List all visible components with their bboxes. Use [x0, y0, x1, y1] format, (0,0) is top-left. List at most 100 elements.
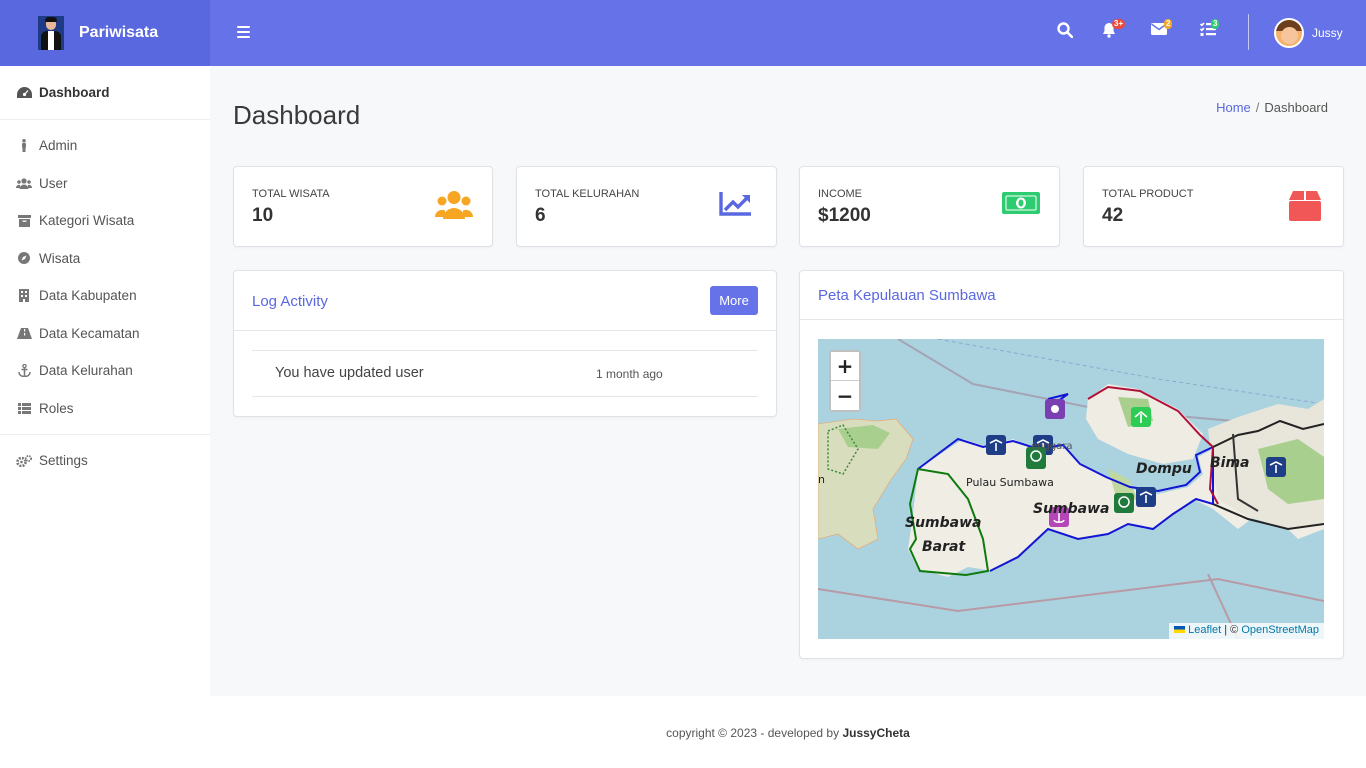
sidebar-item-data-kecamatan[interactable]: Data Kecamatan — [0, 315, 210, 353]
sidebar-item-label: Wisata — [39, 250, 81, 266]
breadcrumb-home[interactable]: Home — [1216, 100, 1251, 115]
list-item[interactable]: You have updated user 1 month ago — [252, 350, 758, 397]
stat-card-income: INCOME $1200 — [799, 166, 1060, 247]
sidebar-item-admin[interactable]: Admin — [0, 127, 210, 165]
map-label-tenggara: enggara — [1031, 441, 1073, 452]
map-canvas[interactable]: n Pulau Sumbawa enggara Sumbawa Barat Su… — [818, 339, 1324, 639]
log-entry-time: 1 month ago — [596, 367, 663, 381]
breadcrumb: Home / Dashboard — [1216, 100, 1328, 115]
leaflet-link[interactable]: Leaflet — [1188, 624, 1221, 636]
log-activity-title: Log Activity — [252, 293, 328, 310]
sidebar-item-label: Data Kelurahan — [39, 363, 133, 379]
compass-icon — [16, 252, 32, 265]
cogs-icon — [16, 454, 32, 467]
footer-author: JussyCheta — [842, 726, 910, 740]
sidebar-item-label: Data Kabupaten — [39, 288, 137, 304]
messages-badge: 2 — [1164, 19, 1173, 29]
messages-button[interactable]: 2 — [1151, 19, 1173, 38]
zoom-out-button[interactable]: − — [831, 381, 859, 410]
tachometer-icon — [16, 87, 32, 98]
map-label-dompu: Dompu — [1136, 461, 1192, 477]
sidebar-item-user[interactable]: User — [0, 165, 210, 203]
map-label-barat: Barat — [922, 539, 966, 555]
stat-card-total-product: TOTAL PRODUCT 42 — [1083, 166, 1344, 247]
sidebar-divider — [0, 434, 210, 435]
chart-line-icon — [718, 190, 758, 222]
sidebar-item-kategori-wisata[interactable]: Kategori Wisata — [0, 202, 210, 240]
sidebar-item-label: Settings — [39, 453, 88, 469]
map-attribution: Leaflet | © OpenStreetMap — [1169, 623, 1324, 639]
map-card: Peta Kepulauan Sumbawa n Pulau Sumbawa e… — [799, 270, 1344, 659]
sidebar-item-label: Roles — [39, 400, 74, 416]
menu-toggle-icon[interactable] — [237, 26, 250, 41]
log-activity-header: Log Activity More — [234, 271, 776, 331]
sidebar-item-roles[interactable]: Roles — [0, 390, 210, 428]
topbar-divider — [1248, 14, 1249, 50]
footer: copyright © 2023 - developed by JussyChe… — [210, 696, 1366, 768]
map-marker-tree-icon[interactable] — [1114, 493, 1134, 513]
map-marker-beach-icon[interactable] — [1136, 487, 1156, 507]
building-icon — [16, 289, 32, 303]
brand[interactable]: Pariwisata — [0, 0, 210, 66]
sidebar-item-wisata[interactable]: Wisata — [0, 240, 210, 278]
stat-card-total-wisata: TOTAL WISATA 10 — [233, 166, 493, 247]
map-marker-beach-icon[interactable] — [986, 435, 1006, 455]
user-name[interactable]: Jussy — [1312, 26, 1343, 40]
zoom-in-button[interactable]: + — [831, 352, 859, 381]
sidebar-item-label: Admin — [39, 138, 78, 154]
map-title: Peta Kepulauan Sumbawa — [818, 287, 996, 304]
search-icon[interactable] — [1057, 22, 1074, 41]
map-label-pulau-sumbawa: Pulau Sumbawa — [966, 476, 1054, 489]
archive-icon — [16, 214, 32, 227]
map-marker-purple-icon[interactable] — [1045, 399, 1065, 419]
sidebar-item-label: Dashboard — [39, 85, 110, 100]
tasks-button[interactable]: 3 — [1199, 19, 1220, 39]
road-icon — [16, 327, 32, 339]
log-entry-text: You have updated user — [275, 365, 424, 381]
money-bill-icon — [1001, 190, 1041, 222]
more-button[interactable]: More — [710, 286, 758, 315]
map-label-sumbawa-barat: Sumbawa — [905, 515, 982, 531]
notifications-button[interactable]: 3+ — [1102, 19, 1126, 41]
topbar: 3+ 2 3 Jussy — [210, 0, 1366, 66]
map-label-left: n — [818, 473, 825, 486]
brand-logo — [38, 16, 64, 50]
list-icon — [16, 402, 32, 414]
sidebar: Dashboard Admin User Kategori Wisata Wis… — [0, 66, 210, 768]
users-icon — [16, 178, 32, 189]
stat-label: TOTAL WISATA — [252, 188, 330, 200]
stat-label: INCOME — [818, 188, 862, 200]
footer-text: copyright © 2023 - developed by JussyChe… — [210, 726, 1366, 740]
zoom-control: + − — [829, 350, 861, 412]
sidebar-item-data-kelurahan[interactable]: Data Kelurahan — [0, 352, 210, 390]
box-icon — [1285, 190, 1325, 222]
stat-value: $1200 — [818, 205, 871, 226]
stat-value: 10 — [252, 205, 274, 226]
map-marker-park-icon[interactable] — [1131, 407, 1151, 427]
sidebar-item-dashboard[interactable]: Dashboard — [0, 66, 210, 120]
breadcrumb-separator: / — [1255, 100, 1260, 115]
notifications-badge: 3+ — [1112, 19, 1126, 29]
users-icon — [434, 190, 474, 222]
sidebar-item-label: User — [39, 175, 68, 191]
tasks-badge: 3 — [1211, 19, 1220, 29]
map-view[interactable]: n Pulau Sumbawa enggara Sumbawa Barat Su… — [818, 339, 1324, 639]
stat-label: TOTAL PRODUCT — [1102, 188, 1194, 200]
breadcrumb-current: Dashboard — [1264, 100, 1328, 115]
page-title: Dashboard — [233, 100, 361, 130]
log-activity-card: Log Activity More You have updated user … — [233, 270, 777, 417]
map-marker-beach-icon[interactable] — [1266, 457, 1286, 477]
sidebar-item-settings[interactable]: Settings — [0, 442, 210, 480]
osm-link[interactable]: OpenStreetMap — [1241, 624, 1319, 636]
sidebar-item-label: Data Kecamatan — [39, 325, 140, 341]
attribution-separator: | © — [1224, 624, 1239, 636]
ukraine-flag-icon — [1174, 626, 1186, 633]
stat-card-total-kelurahan: TOTAL KELURAHAN 6 — [516, 166, 777, 247]
map-label-sumbawa: Sumbawa — [1033, 501, 1110, 517]
footer-copyright: copyright © 2023 - developed by — [666, 726, 840, 740]
sidebar-item-data-kabupaten[interactable]: Data Kabupaten — [0, 277, 210, 315]
person-icon — [16, 139, 32, 153]
stat-value: 6 — [535, 205, 546, 226]
avatar[interactable] — [1274, 18, 1304, 48]
map-label-bima: Bima — [1210, 455, 1250, 471]
